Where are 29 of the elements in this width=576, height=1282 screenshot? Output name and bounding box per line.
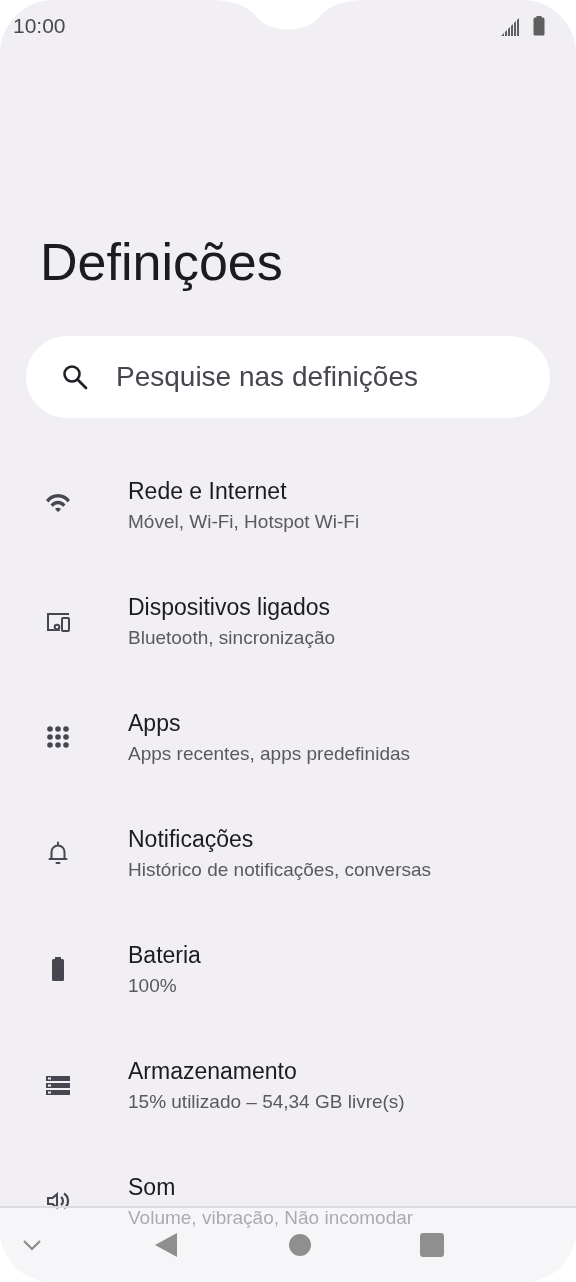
item-subtitle: Bluetooth, sincronização bbox=[128, 626, 335, 650]
settings-item[interactable]: Som Volume, vibração, Não incomodar bbox=[0, 1143, 576, 1259]
settings-item[interactable]: Armazenamento 15% utilizado – 54,34 GB livre(s) bbox=[0, 1027, 576, 1143]
settings-item[interactable]: Notificações Histórico de notificações, conversas bbox=[0, 795, 576, 911]
item-subtitle: 15% utilizado – 54,34 GB livre(s) bbox=[128, 1090, 405, 1114]
search-field[interactable]: Pesquise nas definições bbox=[26, 336, 550, 418]
settings-item[interactable]: Rede e Internet Móvel, Wi-Fi, Hotspot Wi-Fi bbox=[0, 447, 576, 563]
grid-icon bbox=[44, 723, 72, 751]
item-subtitle: Móvel, Wi-Fi, Hotspot Wi-Fi bbox=[128, 510, 360, 534]
item-subtitle: Apps recentes, apps predefinidas bbox=[128, 742, 410, 766]
page-title: Definições bbox=[40, 232, 284, 292]
item-title: Rede e Internet bbox=[128, 477, 288, 506]
item-subtitle: Histórico de notificações, conversas bbox=[128, 858, 432, 882]
item-title: Notificações bbox=[128, 825, 255, 854]
item-subtitle: 100% bbox=[128, 974, 178, 998]
item-title: Armazenamento bbox=[128, 1057, 298, 1086]
status-time: 10:00 bbox=[13, 14, 66, 38]
item-subtitle: Volume, vibração, Não incomodar bbox=[128, 1206, 414, 1230]
item-title: Apps bbox=[128, 709, 182, 738]
settings-item[interactable]: Bateria 100% bbox=[0, 911, 576, 1027]
item-title: Som bbox=[128, 1173, 177, 1202]
item-title: Dispositivos ligados bbox=[128, 593, 331, 622]
search-icon bbox=[60, 362, 90, 392]
home-icon[interactable] bbox=[287, 1233, 312, 1257]
item-title: Bateria bbox=[128, 941, 201, 970]
back-icon[interactable] bbox=[153, 1231, 180, 1259]
settings-item[interactable]: Apps Apps recentes, apps predefinidas bbox=[0, 679, 576, 795]
battery-icon bbox=[532, 15, 546, 37]
settings-item[interactable]: Dispositivos ligados Bluetooth, sincronização bbox=[0, 563, 576, 679]
